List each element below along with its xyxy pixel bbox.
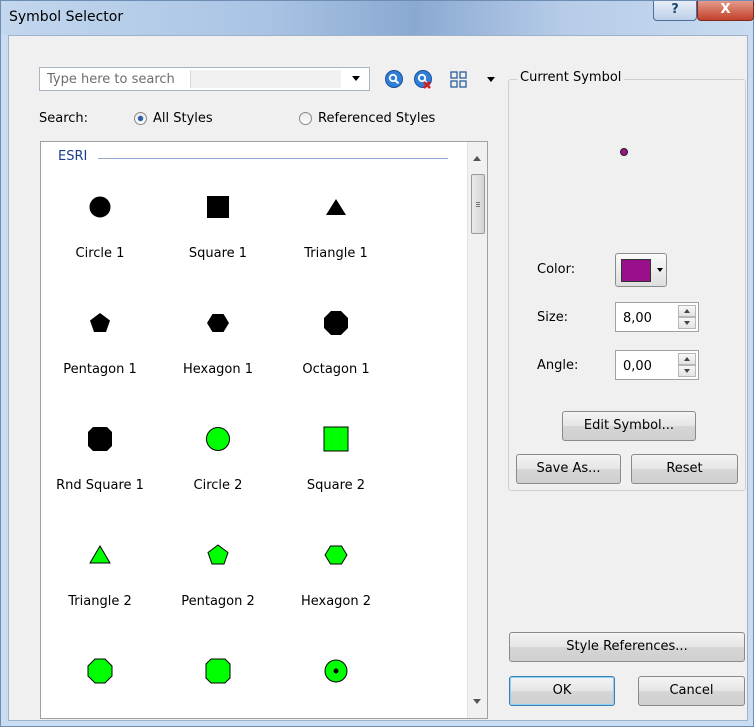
window-title: Symbol Selector <box>9 9 124 25</box>
search-box[interactable] <box>39 67 370 91</box>
symbol-item[interactable]: Triangle 1 <box>277 142 395 261</box>
symbol-item[interactable]: Circle 2 <box>159 374 277 493</box>
radio-all-styles-label[interactable]: All Styles <box>153 111 213 126</box>
hexagon-icon <box>207 314 229 332</box>
triangle-icon <box>89 545 111 564</box>
symbol-item[interactable]: Circle 1 <box>41 142 159 261</box>
help-button[interactable]: ? <box>653 1 697 21</box>
color-swatch <box>621 259 651 282</box>
symbol-list[interactable]: ESRI Circle 1 Square 1 Triangle 1 Pentag… <box>40 141 488 719</box>
edit-symbol-button[interactable]: Edit Symbol... <box>562 411 696 441</box>
scroll-down-icon[interactable] <box>473 699 481 704</box>
chevron-down-icon <box>657 268 663 272</box>
angle-increment-icon[interactable] <box>678 353 696 365</box>
view-options-icon[interactable] <box>449 69 469 89</box>
ok-button[interactable]: OK <box>509 676 615 706</box>
angle-decrement-icon[interactable] <box>678 365 696 377</box>
symbol-item[interactable]: Hexagon 2 <box>277 490 395 609</box>
current-symbol-title: Current Symbol <box>517 70 625 85</box>
symbol-item[interactable]: Octagon 1 <box>277 258 395 377</box>
symbol-item[interactable]: Pentagon 1 <box>41 258 159 377</box>
size-stepper[interactable] <box>615 302 699 333</box>
size-label: Size: <box>537 310 569 325</box>
search-icon[interactable] <box>384 69 404 89</box>
circle-dot-icon <box>324 659 348 683</box>
circle-icon <box>89 196 111 218</box>
square-icon <box>207 196 229 218</box>
scroll-thumb[interactable] <box>471 174 485 234</box>
symbol-item[interactable]: Square 2 <box>277 374 395 493</box>
radio-referenced-styles[interactable] <box>299 112 312 125</box>
octagon-icon <box>324 311 348 335</box>
rounded-square-icon <box>205 658 231 684</box>
close-button[interactable]: X <box>697 1 754 21</box>
symbol-item[interactable]: Hexagon 1 <box>159 258 277 377</box>
reset-button[interactable]: Reset <box>631 454 738 484</box>
list-scrollbar[interactable] <box>467 142 487 718</box>
save-as-button[interactable]: Save As... <box>516 454 621 484</box>
title-bar: Symbol Selector ? X <box>1 1 754 35</box>
octagon-icon <box>87 658 113 684</box>
symbol-item[interactable]: Rnd Square 1 <box>41 374 159 493</box>
symbol-item[interactable] <box>159 606 277 718</box>
symbol-item[interactable]: Square 1 <box>159 142 277 261</box>
rounded-square-icon <box>88 427 112 451</box>
search-field-shade <box>190 70 341 88</box>
color-picker-button[interactable] <box>615 253 667 287</box>
search-scope-label: Search: <box>39 111 89 126</box>
symbol-item[interactable]: Triangle 2 <box>41 490 159 609</box>
clear-search-icon[interactable] <box>413 69 433 89</box>
angle-stepper[interactable] <box>615 350 699 381</box>
size-input[interactable] <box>616 303 685 333</box>
size-decrement-icon[interactable] <box>678 317 696 329</box>
triangle-icon <box>326 199 346 215</box>
pentagon-icon <box>90 313 110 332</box>
size-increment-icon[interactable] <box>678 305 696 317</box>
color-label: Color: <box>537 262 576 277</box>
angle-input[interactable] <box>616 351 685 381</box>
grip-icon <box>476 202 480 203</box>
radio-all-styles[interactable] <box>134 112 147 125</box>
search-input[interactable] <box>40 68 204 90</box>
square-icon <box>323 426 349 452</box>
radio-referenced-styles-label[interactable]: Referenced Styles <box>318 111 435 126</box>
symbol-item[interactable] <box>41 606 159 718</box>
scroll-up-icon[interactable] <box>473 156 481 161</box>
symbol-item[interactable]: Pentagon 2 <box>159 490 277 609</box>
circle-icon <box>206 427 230 451</box>
symbol-preview <box>620 148 628 156</box>
cancel-button[interactable]: Cancel <box>638 676 745 706</box>
search-history-dropdown-icon[interactable] <box>352 76 360 81</box>
style-references-button[interactable]: Style References... <box>509 632 745 662</box>
hexagon-icon <box>324 545 348 565</box>
pentagon-icon <box>207 544 229 565</box>
symbol-item[interactable] <box>277 606 395 718</box>
angle-label: Angle: <box>537 358 579 373</box>
view-options-dropdown-icon[interactable] <box>487 77 495 82</box>
